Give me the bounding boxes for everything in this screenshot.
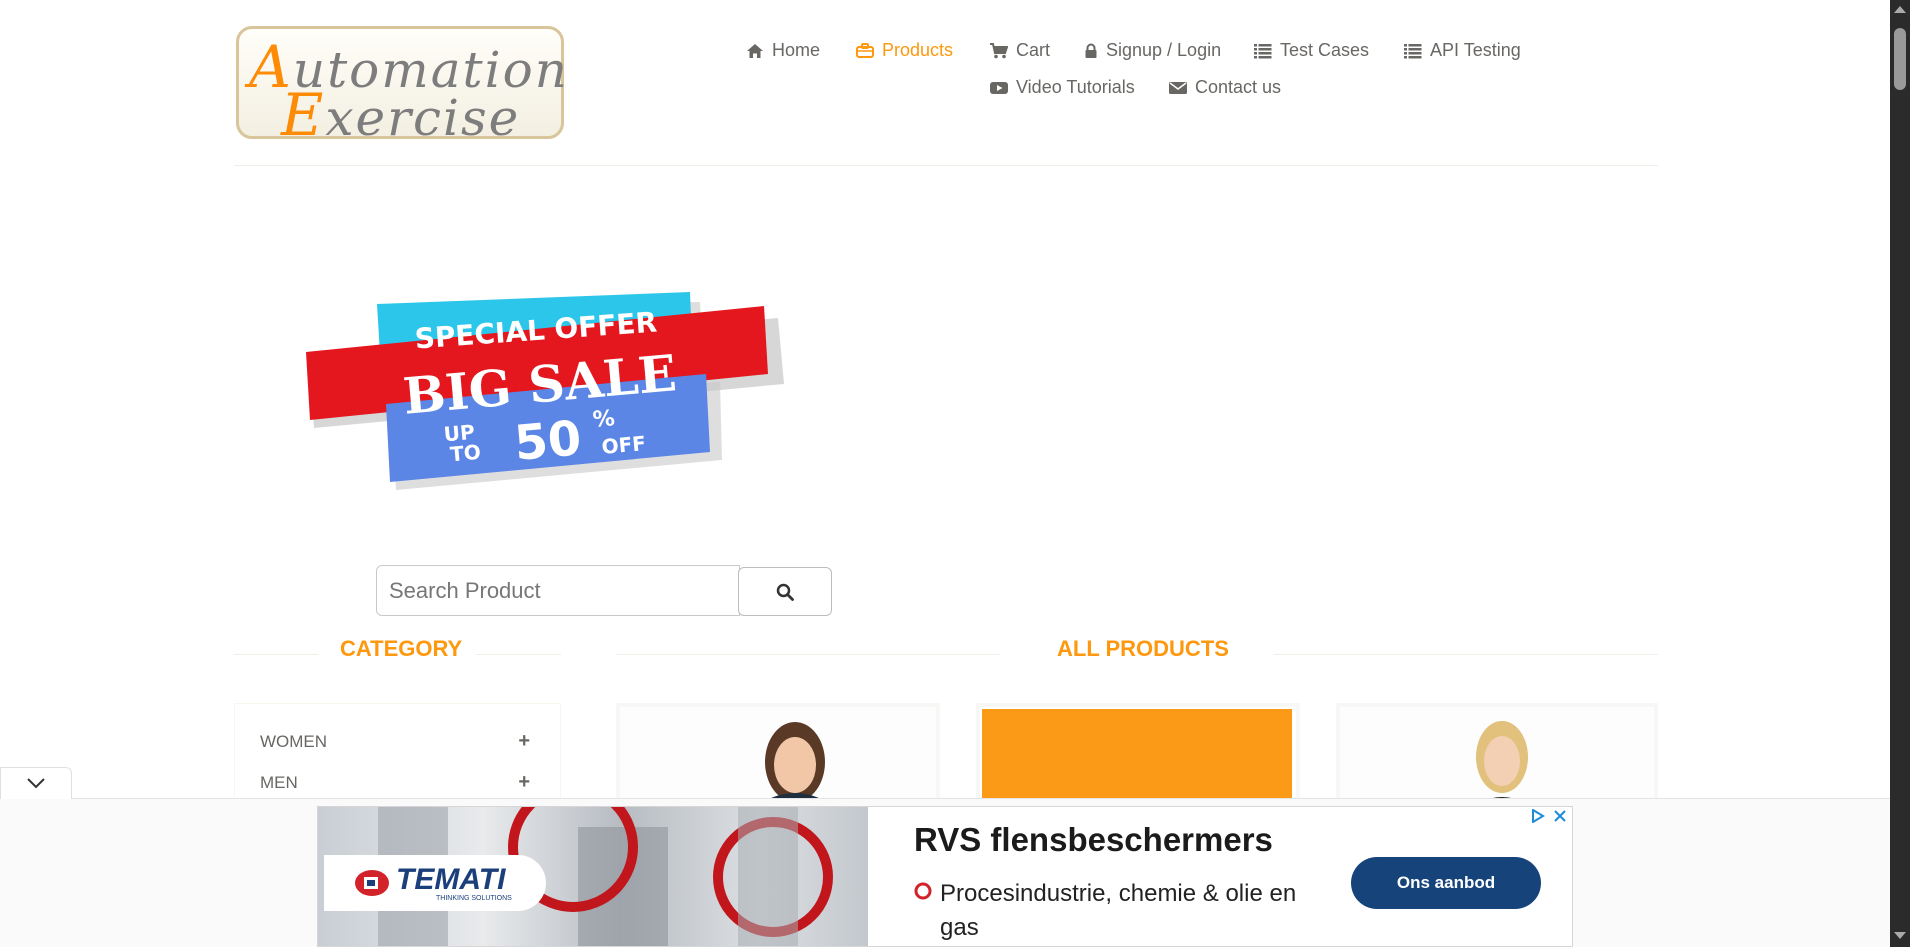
- category-rule-left: [234, 654, 318, 655]
- ad-brand-badge: TEMATI THINKING SOLUTIONS: [324, 855, 546, 911]
- category-item-women[interactable]: WOMEN +: [260, 730, 530, 753]
- products-rule-left: [616, 654, 1000, 655]
- nav-video-tutorials[interactable]: Video Tutorials: [990, 77, 1135, 98]
- ad-subtext: Procesindustrie, chemie & olie en gas: [914, 877, 1304, 945]
- close-icon[interactable]: [1553, 809, 1567, 823]
- search-placeholder: Search Product: [389, 577, 541, 603]
- nav-products-label: Products: [882, 40, 954, 60]
- ad-image: TEMATI THINKING SOLUTIONS: [318, 807, 868, 946]
- ad-bullet-icon: [914, 882, 932, 900]
- collapse-ad-button[interactable]: [0, 767, 72, 799]
- nav-signup-login[interactable]: Signup / Login: [1084, 40, 1221, 61]
- nav-home[interactable]: Home: [746, 40, 820, 61]
- product-card[interactable]: [976, 703, 1300, 803]
- category-label: WOMEN: [260, 731, 328, 751]
- scroll-up-arrow-icon[interactable]: [1894, 6, 1906, 13]
- nav-api-testing[interactable]: API Testing: [1404, 40, 1521, 61]
- category-rule-right: [476, 654, 561, 655]
- category-item-men[interactable]: MEN +: [260, 771, 530, 794]
- briefcase-icon: [856, 42, 874, 58]
- product-card[interactable]: [1336, 703, 1658, 803]
- plus-icon[interactable]: +: [518, 771, 530, 794]
- search-input[interactable]: Search Product: [376, 565, 740, 616]
- lock-icon: [1085, 43, 1097, 58]
- nav-home-label: Home: [772, 40, 821, 60]
- nav-contact-us[interactable]: Contact us: [1169, 77, 1281, 98]
- all-products-title: ALL PRODUCTS: [1057, 636, 1229, 661]
- products-rule-right: [1274, 654, 1658, 655]
- chevron-down-icon: [27, 778, 45, 789]
- youtube-icon: [990, 81, 1008, 94]
- nav-contact-us-label: Contact us: [1195, 77, 1282, 97]
- nav-cart[interactable]: Cart: [990, 40, 1050, 61]
- adchoices-icon[interactable]: [1531, 809, 1545, 823]
- banner-off: OFF: [601, 431, 647, 459]
- main-nav: Home Products Cart Signup / Login Test C…: [234, 0, 1658, 120]
- temati-logo-icon: [355, 870, 389, 896]
- search-button[interactable]: [738, 567, 832, 616]
- ad-brand-tagline: THINKING SOLUTIONS: [436, 894, 512, 902]
- plus-icon[interactable]: +: [518, 730, 530, 753]
- sale-banner: SPECIAL OFFER BIG SALE UP TO 50 % OFF: [306, 292, 784, 490]
- scrollbar[interactable]: [1890, 0, 1910, 947]
- cart-icon: [990, 42, 1008, 58]
- product-image: [620, 707, 936, 803]
- nav-test-cases-label: Test Cases: [1280, 40, 1370, 60]
- home-icon: [747, 43, 763, 58]
- product-image: [1340, 707, 1654, 803]
- scroll-down-arrow-icon[interactable]: [1894, 932, 1906, 939]
- ad-subtext-label: Procesindustrie, chemie & olie en gas: [940, 880, 1297, 941]
- nav-cart-label: Cart: [1016, 40, 1051, 60]
- category-label: MEN: [260, 772, 298, 792]
- category-panel: WOMEN + MEN +: [234, 703, 561, 803]
- ad-controls: [1531, 809, 1567, 823]
- nav-signup-login-label: Signup / Login: [1106, 40, 1222, 60]
- search-icon: [776, 583, 794, 601]
- ad-headline: RVS flensbeschermers: [914, 821, 1273, 858]
- product-image: [980, 707, 1296, 803]
- advertisement[interactable]: TEMATI THINKING SOLUTIONS RVS flensbesch…: [317, 806, 1573, 947]
- nav-test-cases[interactable]: Test Cases: [1254, 40, 1369, 61]
- scrollbar-thumb[interactable]: [1894, 28, 1906, 90]
- product-card[interactable]: [616, 703, 940, 803]
- ad-cta-button[interactable]: Ons aanbod: [1351, 857, 1541, 909]
- envelope-icon: [1169, 81, 1187, 94]
- list-icon: [1404, 43, 1422, 58]
- site-header: Automation Exercise Home Products Cart S…: [234, 0, 1658, 166]
- category-title: CATEGORY: [340, 636, 463, 661]
- list-icon: [1254, 43, 1272, 58]
- nav-video-tutorials-label: Video Tutorials: [1016, 77, 1135, 97]
- banner-to: TO: [449, 440, 482, 467]
- banner-percent-sign: %: [592, 406, 616, 433]
- nav-products[interactable]: Products: [856, 40, 953, 61]
- banner-percent: 50: [512, 410, 583, 472]
- ad-brand-name: TEMATI: [396, 862, 506, 896]
- nav-api-testing-label: API Testing: [1430, 40, 1521, 60]
